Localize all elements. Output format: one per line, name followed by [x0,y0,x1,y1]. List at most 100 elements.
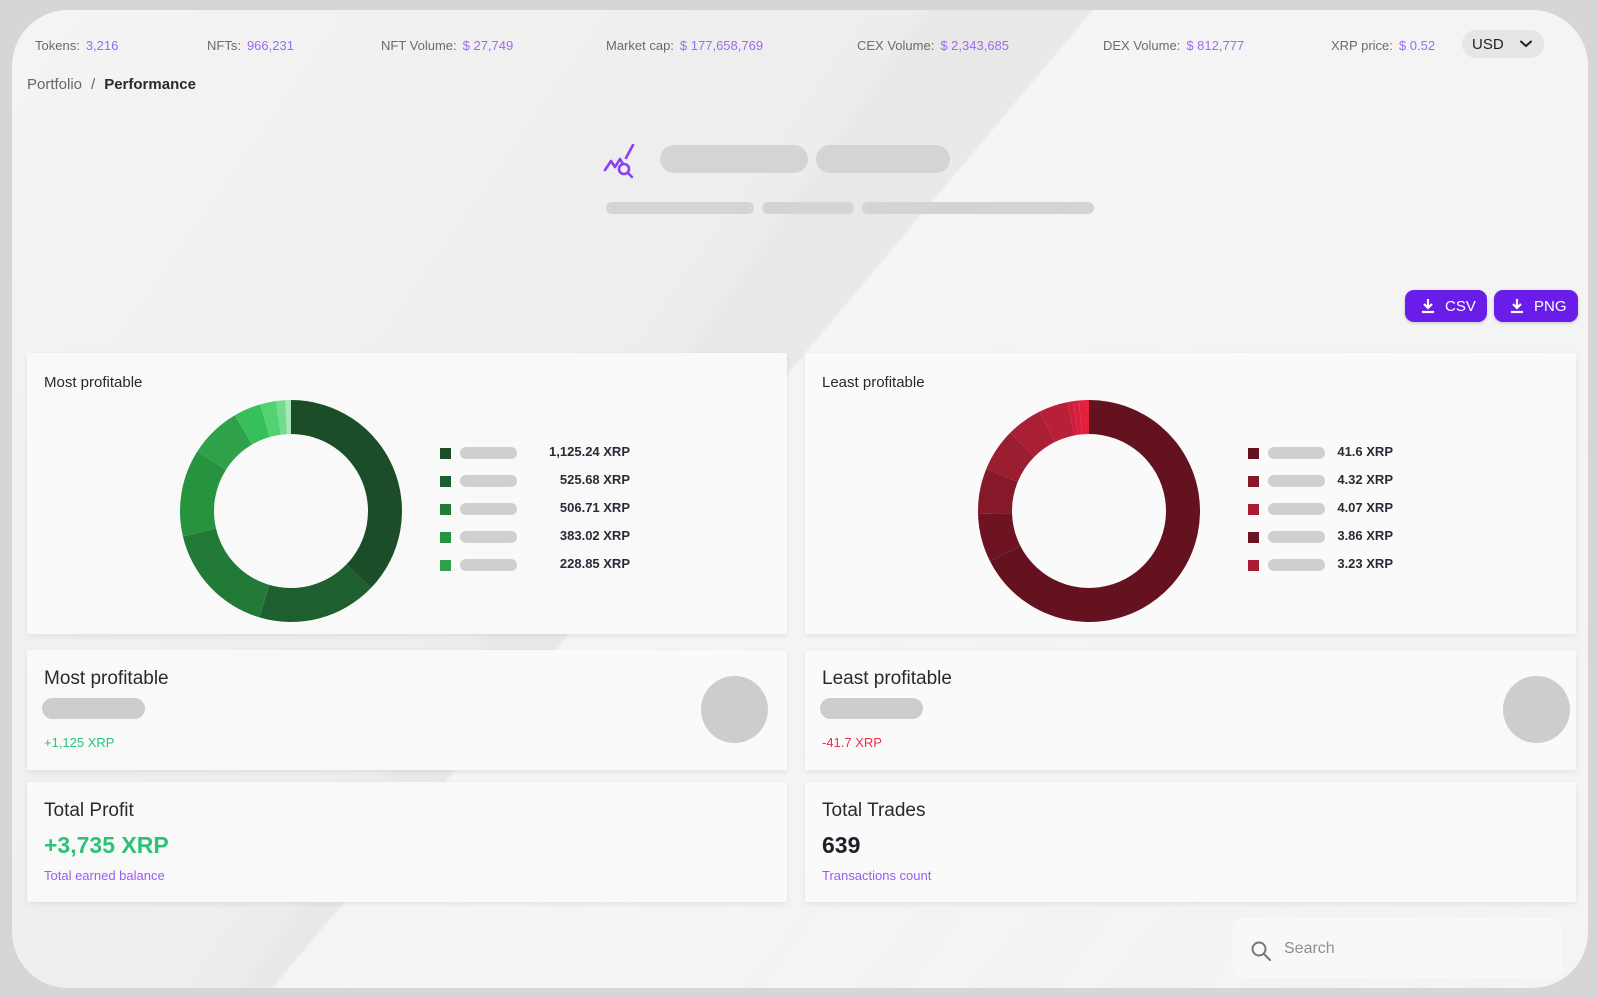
least-profitable-donut [978,400,1200,622]
legend-item[interactable]: 3.86 XRP [1248,528,1393,544]
stat-label: Tokens: [35,37,80,53]
legend-label-skeleton [460,559,517,571]
legend-value: 4.32 XRP [1337,472,1393,487]
legend-item[interactable]: 383.02 XRP [440,528,630,544]
legend-item[interactable]: 3.23 XRP [1248,556,1393,572]
stat-tokens: Tokens: 3,216 [35,38,118,53]
search-input[interactable] [1284,940,1524,958]
stat-market-cap: Market cap: $ 177,658,769 [606,38,763,53]
legend-label-skeleton [1268,559,1325,571]
export-csv-button[interactable]: CSV [1405,290,1487,322]
download-icon [1422,299,1434,314]
legend-item[interactable]: 4.07 XRP [1248,500,1393,516]
subtitle-skeleton [862,202,1094,214]
legend-swatch [1248,560,1259,571]
legend-label-skeleton [1268,531,1325,543]
breadcrumb-portfolio[interactable]: Portfolio [27,76,82,93]
legend-value: 3.23 XRP [1337,556,1393,571]
most-profitable-legend: 1,125.24 XRP 525.68 XRP 506.71 XRP 383.02 X… [440,444,630,584]
stat-value[interactable]: 3,216 [86,38,119,53]
legend-value: 3.86 XRP [1337,528,1393,543]
subtitle-skeleton [606,202,754,214]
stat-nfts: NFTs: 966,231 [207,38,294,53]
legend-value: 4.07 XRP [1337,500,1393,515]
stat-label: DEX Volume: [1103,37,1181,53]
legend-label-skeleton [1268,475,1325,487]
export-png-label: PNG [1534,297,1567,315]
stat-value[interactable]: 966,231 [247,38,294,53]
legend-value: 1,125.24 XRP [549,444,630,459]
stat-label: Market cap: [606,37,674,53]
total-profit-card: Total Profit +3,735 XRP Total earned bal… [27,782,787,902]
stat-label: XRP price: [1331,37,1393,53]
total-profit-value: +3,735 XRP [44,832,169,858]
legend-item[interactable]: 41.6 XRP [1248,444,1393,460]
most-profitable-summary-card[interactable]: Most profitable +1,125 XRP [27,650,787,770]
search-box[interactable] [1232,918,1562,978]
legend-value: 383.02 XRP [559,528,630,543]
total-profit-title: Total Profit [44,800,134,821]
token-name-skeleton [42,698,145,719]
total-trades-caption: Transactions count [822,868,932,883]
legend-swatch [440,560,451,571]
stat-value[interactable]: $ 2,343,685 [940,38,1009,53]
least-profitable-summary-card[interactable]: Least profitable -41.7 XRP [805,650,1576,770]
card-title: Least profitable [822,374,925,391]
app-window: Tokens: 3,216 NFTs: 966,231 NFT Volume: … [12,10,1588,988]
breadcrumb-current: Performance [104,76,196,93]
legend-item[interactable]: 506.71 XRP [440,500,630,516]
stats-bar: Tokens: 3,216 NFTs: 966,231 NFT Volume: … [35,30,1568,58]
stat-nft-volume: NFT Volume: $ 27,749 [381,38,513,53]
token-name-skeleton [820,698,923,719]
legend-swatch [1248,504,1259,515]
stat-value[interactable]: $ 812,777 [1186,38,1244,53]
legend-item[interactable]: 1,125.24 XRP [440,444,630,460]
chevron-down-icon [1520,40,1532,48]
stat-value[interactable]: $ 27,749 [463,38,514,53]
legend-swatch [1248,448,1259,459]
legend-swatch [440,448,451,459]
breadcrumb-separator: / [91,76,96,93]
legend-label-skeleton [1268,503,1325,515]
currency-value: USD [1472,35,1504,53]
most-profitable-value: +1,125 XRP [44,735,115,750]
legend-label-skeleton [460,503,517,515]
stat-value[interactable]: $ 0.52 [1399,38,1435,53]
card-title: Most profitable [44,668,169,689]
title-skeleton [660,145,808,173]
export-png-button[interactable]: PNG [1494,290,1578,322]
legend-label-skeleton [460,475,517,487]
stat-xrp-price: XRP price: $ 0.52 [1331,38,1435,53]
most-profitable-donut [180,400,402,622]
breadcrumb: Portfolio / Performance [27,76,196,93]
least-profitable-chart-card: Least profitable 41.6 XRP 4.32 XRP 4.07 XR… [805,353,1576,634]
legend-swatch [1248,476,1259,487]
legend-swatch [440,476,451,487]
card-title: Most profitable [44,374,143,391]
stat-cex-volume: CEX Volume: $ 2,343,685 [857,38,1009,53]
stat-dex-volume: DEX Volume: $ 812,777 [1103,38,1244,53]
least-profitable-value: -41.7 XRP [822,735,882,750]
donut-slice[interactable] [259,564,371,622]
total-profit-caption: Total earned balance [44,868,165,883]
legend-item[interactable]: 228.85 XRP [440,556,630,572]
currency-select[interactable]: USD [1462,30,1544,58]
most-profitable-chart-card: Most profitable 1,125.24 XRP 525.68 XRP 50… [27,353,787,634]
stat-value[interactable]: $ 177,658,769 [680,38,763,53]
total-trades-value: 639 [822,832,861,858]
total-trades-card: Total Trades 639 Transactions count [805,782,1576,902]
chart-search-icon [603,144,635,179]
legend-label-skeleton [460,447,517,459]
download-icon [1511,299,1523,314]
legend-item[interactable]: 525.68 XRP [440,472,630,488]
donut-slice[interactable] [182,528,270,618]
legend-value: 506.71 XRP [559,500,630,515]
token-avatar-placeholder [701,676,768,743]
token-avatar-placeholder [1503,676,1570,743]
legend-item[interactable]: 4.32 XRP [1248,472,1393,488]
legend-swatch [440,532,451,543]
legend-value: 525.68 XRP [559,472,630,487]
legend-value: 228.85 XRP [559,556,630,571]
donut-slice[interactable] [291,400,402,589]
least-profitable-legend: 41.6 XRP 4.32 XRP 4.07 XRP 3.86 XRP 3.23 XRP [1248,444,1393,584]
